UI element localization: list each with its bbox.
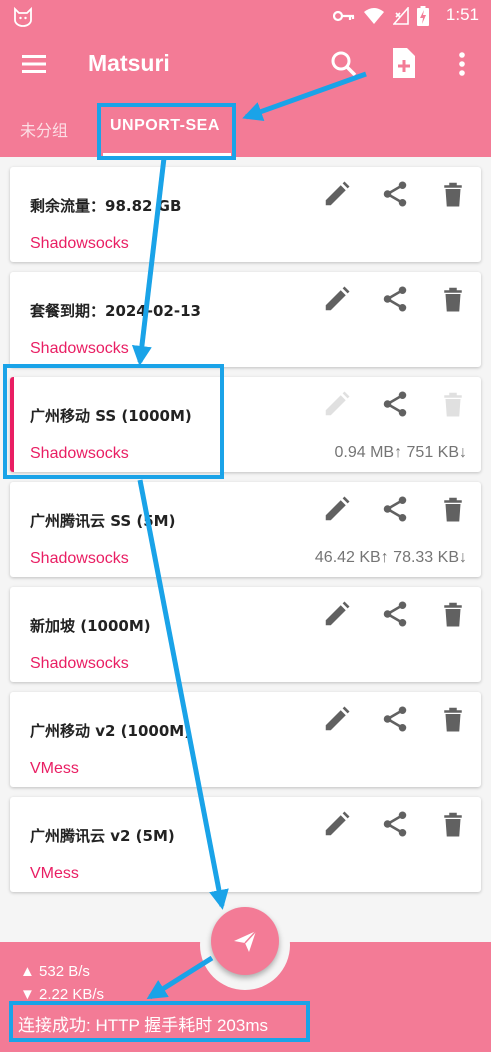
profile-name: 广州移动 v2 (1000M): [30, 722, 192, 740]
tab-unport-sea[interactable]: UNPORT-SEA: [110, 117, 220, 135]
connection-status[interactable]: 连接成功: HTTP 握手耗时 203ms: [18, 1011, 268, 1036]
profile-card[interactable]: 广州移动 v2 (1000M) VMess: [10, 692, 481, 787]
wifi-icon: [364, 8, 384, 24]
profile-type: Shadowsocks: [30, 235, 129, 252]
edit-icon[interactable]: [322, 809, 352, 839]
edit-icon: [325, 391, 350, 416]
download-speed: ▼ 2.22 KB/s: [20, 986, 105, 1003]
group-tabs: 未分组 UNPORT-SEA: [0, 111, 491, 157]
profile-type: Shadowsocks: [30, 655, 129, 672]
profile-name: 剩余流量：98.82 GB: [30, 197, 182, 215]
profile-type: Shadowsocks: [30, 340, 129, 357]
tab-ungrouped[interactable]: 未分组: [20, 117, 68, 141]
profile-traffic: 0.94 MB↑ 751 KB↓: [334, 444, 467, 461]
profile-type: Shadowsocks: [30, 445, 129, 462]
send-icon: [234, 930, 257, 952]
profile-card[interactable]: 广州腾讯云 SS (5M) Shadowsocks 46.42 KB↑ 78.3…: [10, 482, 481, 577]
delete-icon[interactable]: [438, 494, 468, 524]
menu-icon[interactable]: [18, 48, 50, 80]
delete-icon[interactable]: [438, 599, 468, 629]
profile-name: 套餐到期：2024-02-13: [30, 302, 201, 320]
profile-card[interactable]: 新加坡 (1000M) Shadowsocks: [10, 587, 481, 682]
connect-fab-button[interactable]: [211, 907, 279, 975]
key-icon: [333, 10, 355, 22]
profile-card[interactable]: 剩余流量：98.82 GB Shadowsocks: [10, 167, 481, 262]
edit-icon[interactable]: [322, 599, 352, 629]
profile-card[interactable]: 套餐到期：2024-02-13 Shadowsocks: [10, 272, 481, 367]
delete-icon[interactable]: [438, 284, 468, 314]
edit-icon[interactable]: [322, 284, 352, 314]
profile-card-selected[interactable]: 广州移动 SS (1000M) Shadowsocks 0.94 MB↑ 751…: [10, 377, 481, 472]
share-icon[interactable]: [380, 704, 410, 734]
share-icon[interactable]: [380, 809, 410, 839]
tab-indicator: [103, 153, 231, 156]
profile-type: VMess: [30, 760, 79, 777]
no-sim-icon: [393, 7, 409, 25]
share-icon[interactable]: [380, 284, 410, 314]
more-vert-icon[interactable]: [452, 48, 472, 80]
clock: 1:51: [445, 5, 479, 24]
profile-name: 广州腾讯云 SS (5M): [30, 512, 176, 530]
delete-icon: [444, 392, 462, 417]
upload-speed: ▲ 532 B/s: [20, 963, 90, 980]
profile-name: 广州腾讯云 v2 (5M): [30, 827, 175, 845]
profile-type: Shadowsocks: [30, 550, 129, 567]
share-icon[interactable]: [380, 494, 410, 524]
delete-icon[interactable]: [438, 809, 468, 839]
battery-charging-icon: [417, 6, 429, 26]
cat-icon: [14, 6, 32, 27]
edit-icon[interactable]: [322, 494, 352, 524]
search-icon[interactable]: [328, 48, 360, 80]
profile-name: 新加坡 (1000M): [30, 617, 151, 635]
add-file-icon[interactable]: [387, 46, 419, 80]
profile-traffic: 46.42 KB↑ 78.33 KB↓: [314, 549, 467, 566]
delete-icon[interactable]: [438, 704, 468, 734]
edit-icon[interactable]: [322, 704, 352, 734]
profile-card[interactable]: 广州腾讯云 v2 (5M) VMess: [10, 797, 481, 892]
app-bar: Matsuri 未分组 UNPORT-SEA: [0, 32, 491, 157]
profile-type: VMess: [30, 865, 79, 882]
delete-icon[interactable]: [438, 179, 468, 209]
profile-name: 广州移动 SS (1000M): [30, 407, 192, 425]
status-bar: 1:51: [0, 0, 491, 32]
share-icon[interactable]: [380, 179, 410, 209]
share-icon[interactable]: [380, 599, 410, 629]
app-title: Matsuri: [88, 50, 170, 76]
share-icon[interactable]: [380, 389, 410, 419]
edit-icon[interactable]: [322, 179, 352, 209]
